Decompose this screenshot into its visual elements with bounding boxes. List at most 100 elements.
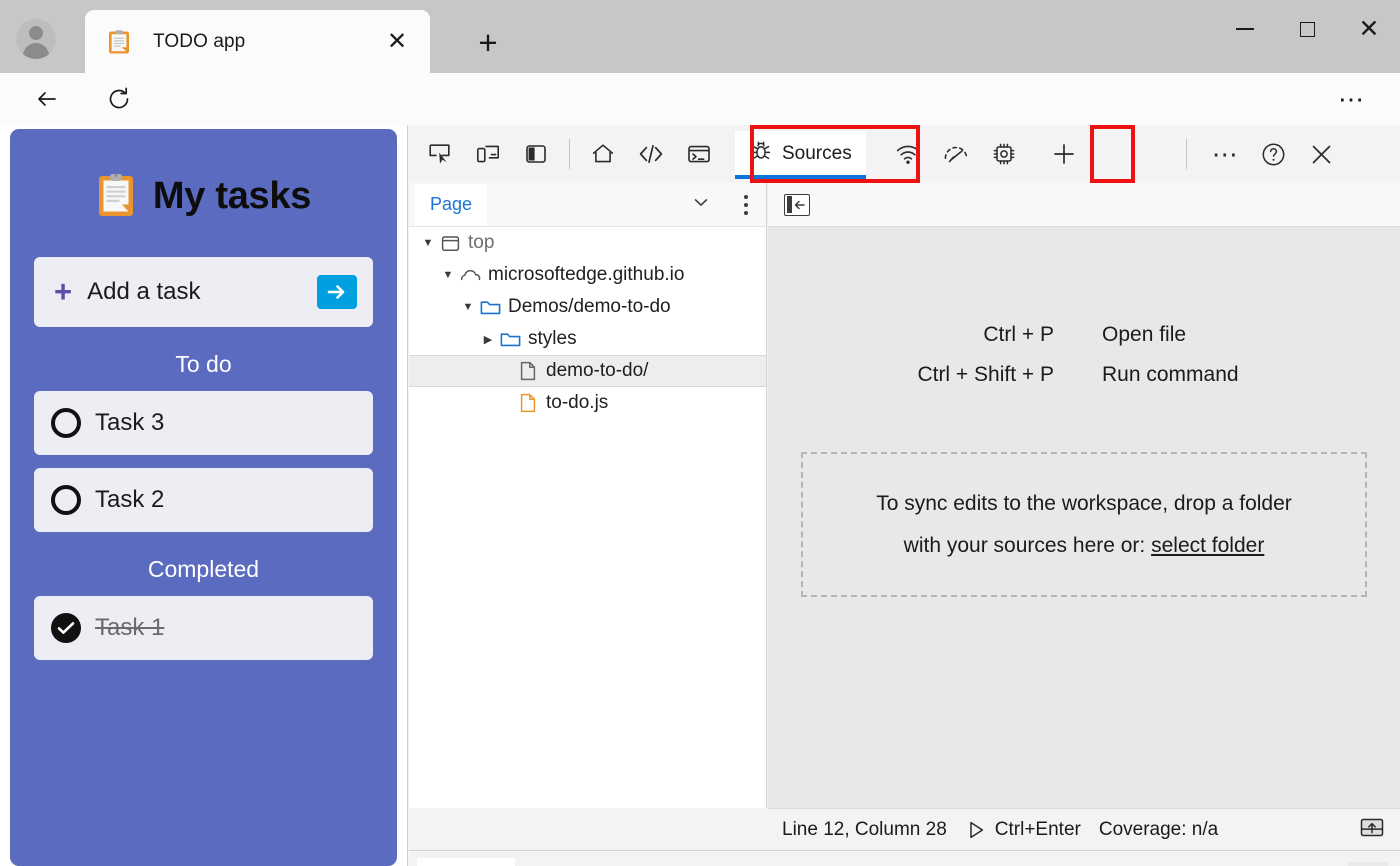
home-icon[interactable] (579, 132, 627, 176)
add-task-input[interactable]: + Add a task (34, 257, 373, 327)
cloud-icon (457, 265, 483, 285)
add-task-submit-button[interactable] (317, 275, 357, 309)
twisty-expanded-icon[interactable]: ▼ (439, 269, 457, 281)
reload-icon[interactable] (100, 80, 138, 118)
task-item[interactable]: Task 2 (34, 468, 373, 532)
dock-drawer-icon[interactable] (1348, 861, 1388, 866)
folder-icon (477, 297, 503, 317)
dropzone-line-2: with your sources here or: select folder (904, 534, 1265, 558)
task-checkbox[interactable] (51, 408, 81, 438)
shortcut-description: Open file (1102, 323, 1187, 346)
elements-code-icon[interactable] (627, 132, 675, 176)
bug-sources-icon (749, 139, 773, 169)
dock-side-icon[interactable] (512, 132, 560, 176)
tab-title: TODO app (153, 30, 246, 52)
document-icon (515, 360, 541, 382)
web-page-viewport: My tasks + Add a task To do Task 3 Task (0, 125, 407, 866)
task-label: Task 1 (95, 614, 165, 641)
task-label: Task 2 (95, 486, 165, 513)
twisty-collapsed-icon[interactable]: ▶ (479, 333, 497, 346)
clipboard-icon (106, 29, 132, 55)
folder-icon (497, 329, 523, 349)
section-title-todo: To do (175, 351, 232, 377)
performance-gauge-icon[interactable] (932, 132, 980, 176)
dropzone-line-2-text: with your sources here or: (903, 533, 1152, 557)
editor-status-bar: Line 12, Column 28 Ctrl+Enter Coverage: … (768, 808, 1400, 850)
close-icon[interactable]: ✕ (382, 27, 412, 57)
ellipsis-icon[interactable]: ⋯ (1330, 80, 1374, 118)
twisty-expanded-icon[interactable]: ▼ (459, 301, 477, 313)
task-checkbox[interactable] (51, 485, 81, 515)
tree-item-folder-demos[interactable]: ▼ Demos/demo-to-do (409, 291, 766, 323)
dock-to-bottom-icon[interactable] (1358, 815, 1386, 844)
back-arrow-icon[interactable] (28, 80, 66, 118)
drawer-actions (1300, 861, 1388, 866)
editor-toolbar (768, 183, 1400, 227)
drawer-add-tab-icon[interactable] (598, 858, 644, 866)
tree-item-label: microsoftedge.github.io (488, 264, 685, 285)
close-window-icon[interactable]: ✕ (1338, 0, 1400, 58)
browser-navbar: https://microsoftedge.github.io/Demos/de… (0, 73, 1400, 193)
network-wifi-icon[interactable] (884, 132, 932, 176)
toolbar-divider (1185, 139, 1187, 169)
task-item[interactable]: Task 1 (34, 596, 373, 660)
sources-editor-pane: Ctrl + P Open file Ctrl + Shift + P Run … (768, 183, 1400, 808)
play-icon[interactable] (965, 819, 987, 841)
editor-empty-state: Ctrl + P Open file Ctrl + Shift + P Run … (768, 227, 1400, 808)
tree-item-label: to-do.js (546, 392, 609, 413)
inspect-element-icon[interactable] (416, 132, 464, 176)
more-tools-plus-icon[interactable] (1040, 132, 1088, 176)
tree-item-label: demo-to-do/ (546, 360, 649, 381)
toolbar-divider (569, 139, 570, 169)
tree-item-origin[interactable]: ▼ microsoftedge.github.io (409, 259, 766, 291)
tab-issues[interactable]: Issues (515, 858, 598, 866)
tree-item-folder-styles[interactable]: ▶ styles (409, 323, 766, 355)
task-checkbox-checked[interactable] (51, 613, 81, 643)
profile-button[interactable] (10, 14, 62, 64)
show-navigator-icon[interactable] (784, 193, 810, 216)
more-options-ellipsis-icon[interactable]: ⋯ (1202, 132, 1250, 176)
shortcut-keys: Ctrl + P (983, 323, 1054, 346)
frame-icon (437, 233, 463, 254)
shortcut-row: Ctrl + P Open file (768, 323, 1400, 347)
memory-chip-icon[interactable] (980, 132, 1028, 176)
minimize-icon[interactable] (1214, 0, 1276, 58)
new-tab-button[interactable]: + (466, 22, 510, 62)
tab-sources-label: Sources (782, 143, 852, 164)
dropzone-line-1: To sync edits to the workspace, drop a f… (876, 491, 1292, 515)
window-controls: ✕ (1214, 0, 1400, 58)
tree-item-file-to-do-js[interactable]: to-do.js (409, 387, 766, 419)
task-label: Task 3 (95, 409, 165, 436)
tab-sources[interactable]: Sources (735, 131, 866, 179)
tab-page[interactable]: Page (415, 183, 488, 226)
tree-item-top[interactable]: ▼ top (409, 227, 766, 259)
chevron-down-icon[interactable] (691, 192, 711, 217)
page-title: My tasks (152, 174, 312, 217)
task-item[interactable]: Task 3 (34, 391, 373, 455)
close-devtools-icon[interactable] (1298, 132, 1346, 176)
twisty-expanded-icon[interactable]: ▼ (419, 237, 437, 249)
restore-drawer-icon[interactable] (1300, 862, 1340, 866)
select-folder-link[interactable]: select folder (1151, 534, 1264, 557)
avatar (16, 19, 56, 59)
cursor-position: Line 12, Column 28 (782, 818, 947, 840)
devtools-drawer: Console Issues (409, 850, 1400, 866)
tree-item-file-demo-to-do[interactable]: demo-to-do/ (409, 355, 766, 387)
devtools-panel: Sources ⋯ Page ▼ top ▼ microsoftedge.git… (407, 125, 1400, 866)
todo-app: My tasks + Add a task To do Task 3 Task (10, 129, 397, 866)
more-options-icon[interactable] (744, 194, 748, 215)
section-title-completed: Completed (147, 556, 260, 582)
console-terminal-icon[interactable] (675, 132, 723, 176)
browser-window: TODO app ✕ + ✕ ⋯ My tasks + Add a task T… (0, 0, 1400, 866)
workspace-dropzone[interactable]: To sync edits to the workspace, drop a f… (801, 452, 1367, 597)
tab-console[interactable]: Console (417, 857, 515, 866)
shortcut-description: Run command (1102, 363, 1239, 386)
shortcut-keys: Ctrl + Shift + P (917, 363, 1054, 386)
maximize-icon[interactable] (1276, 0, 1338, 58)
navigator-header: Page (409, 183, 766, 227)
add-task-placeholder: Add a task (87, 278, 201, 305)
editor-shortcuts: Ctrl + P Open file Ctrl + Shift + P Run … (768, 323, 1400, 403)
device-toolbar-icon[interactable] (464, 132, 512, 176)
help-question-icon[interactable] (1250, 132, 1298, 176)
browser-tab[interactable]: TODO app ✕ (85, 10, 430, 73)
